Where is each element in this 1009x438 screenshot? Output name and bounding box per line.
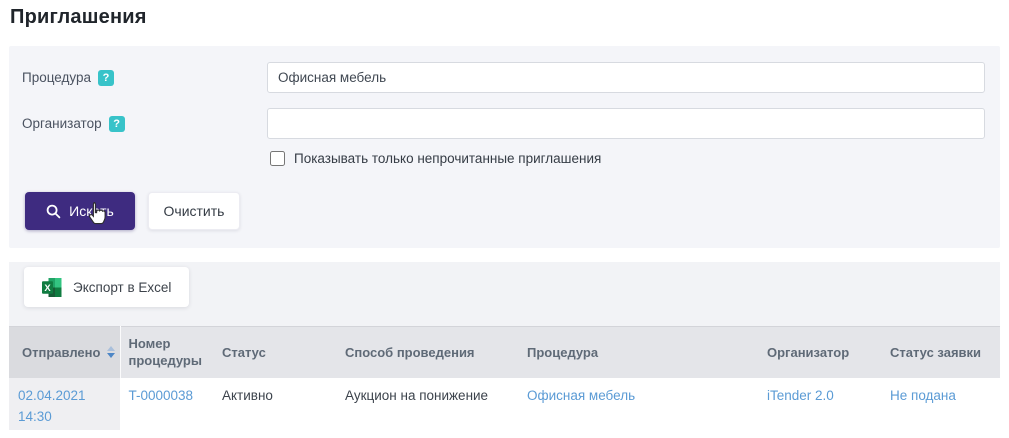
svg-text:X: X	[44, 283, 51, 294]
procedure-link[interactable]: Офисная мебель	[527, 388, 635, 403]
organizer-label-text: Организатор	[22, 116, 102, 131]
unread-only-row: Показывать только непрочитанные приглаше…	[270, 151, 601, 166]
organizer-input[interactable]	[267, 108, 985, 139]
cell-organizer: iTender 2.0	[759, 378, 882, 430]
results-toolbar: X Экспорт в Excel	[9, 262, 1000, 326]
procedure-field-label: Процедура ?	[22, 62, 114, 93]
cell-procedure-number: T-0000038	[120, 378, 214, 430]
search-icon	[46, 204, 61, 219]
cell-procedure: Офисная мебель	[519, 378, 759, 430]
page-title: Приглашения	[10, 6, 147, 29]
invitations-page: Приглашения Процедура ? Организатор ? По…	[0, 0, 1009, 438]
column-header-sent[interactable]: Отправлено	[9, 327, 120, 378]
column-header-procedure[interactable]: Процедура	[519, 327, 759, 378]
grid-header-row: Отправлено Номер процедуры Статус Способ…	[9, 327, 1000, 378]
procedure-label-text: Процедура	[22, 70, 91, 85]
filter-panel: Процедура ? Организатор ? Показывать тол…	[9, 46, 1000, 248]
excel-icon: X	[42, 278, 62, 297]
help-icon[interactable]: ?	[98, 70, 114, 86]
unread-only-label[interactable]: Показывать только непрочитанные приглаше…	[294, 151, 601, 166]
procedure-number-link[interactable]: T-0000038	[129, 388, 194, 403]
sent-datetime-link[interactable]: 02.04.2021 14:30	[18, 385, 114, 427]
unread-only-checkbox[interactable]	[270, 151, 285, 166]
filter-buttons: Искать Очистить	[25, 192, 240, 230]
clear-button[interactable]: Очистить	[148, 192, 240, 230]
search-button-label: Искать	[69, 203, 114, 219]
export-excel-button[interactable]: X Экспорт в Excel	[24, 267, 189, 307]
table-row: 02.04.2021 14:30 T-0000038 Активно Аукци…	[9, 378, 1000, 430]
sort-icon[interactable]	[107, 346, 115, 358]
organizer-field-label: Организатор ?	[22, 108, 125, 139]
column-header-method[interactable]: Способ проведения	[337, 327, 519, 378]
cell-application-status: Не подана	[882, 378, 1000, 430]
organizer-link[interactable]: iTender 2.0	[767, 388, 834, 403]
export-excel-label: Экспорт в Excel	[73, 280, 171, 295]
procedure-input[interactable]	[267, 62, 985, 93]
search-button[interactable]: Искать	[25, 192, 135, 230]
column-header-procedure-number[interactable]: Номер процедуры	[120, 327, 214, 378]
column-header-application-status[interactable]: Статус заявки	[882, 327, 1000, 378]
application-status-link[interactable]: Не подана	[890, 388, 956, 403]
cell-sent: 02.04.2021 14:30	[9, 378, 120, 430]
invitations-grid: Отправлено Номер процедуры Статус Способ…	[9, 326, 1000, 430]
cell-method: Аукцион на понижение	[337, 378, 519, 430]
column-header-organizer[interactable]: Организатор	[759, 327, 882, 378]
clear-button-label: Очистить	[164, 203, 225, 219]
help-icon[interactable]: ?	[109, 116, 125, 132]
cell-status: Активно	[214, 378, 337, 430]
column-header-status[interactable]: Статус	[214, 327, 337, 378]
